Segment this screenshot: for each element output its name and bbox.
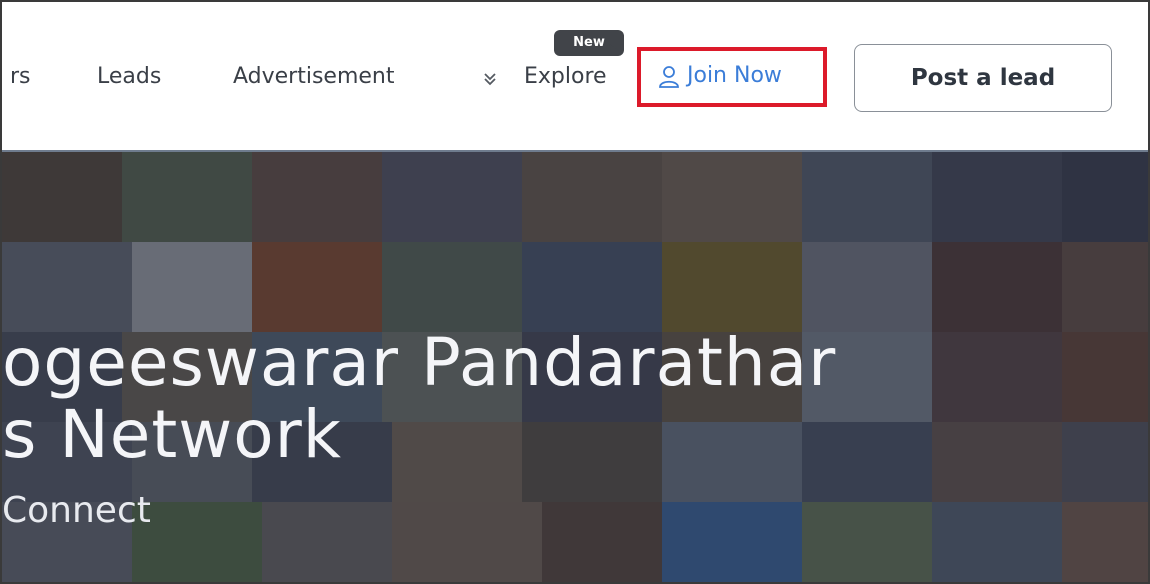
hero-subtitle: Connect: [2, 490, 151, 531]
browser-viewport: rs Leads Advertisement Explore New Join …: [0, 0, 1150, 584]
nav-item-advertisement[interactable]: Advertisement: [233, 64, 395, 89]
hero-title-line2: s Network: [2, 396, 342, 473]
nav-explore-label: Explore: [524, 64, 607, 89]
site-header: rs Leads Advertisement Explore New Join …: [2, 2, 1148, 152]
join-now-link[interactable]: Join Now: [687, 63, 782, 88]
hero-title-line1: ogeeswarar Pandarathar: [2, 324, 837, 401]
double-chevron-down-icon: [484, 73, 496, 86]
user-icon: [659, 66, 679, 88]
nav-item-leads[interactable]: Leads: [97, 64, 161, 89]
hero-banner: ogeeswarar Pandarathar s Network Connect: [2, 152, 1148, 582]
nav-item-partial[interactable]: rs: [10, 64, 31, 89]
post-a-lead-button[interactable]: Post a lead: [854, 44, 1112, 112]
